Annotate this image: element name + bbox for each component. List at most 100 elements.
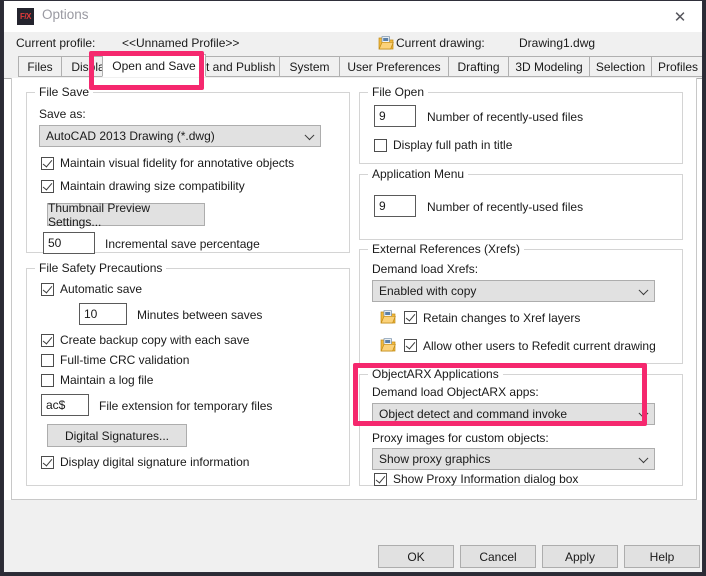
crc-validation-checkbox[interactable] bbox=[41, 353, 54, 367]
show-proxy-dialog-row[interactable]: Show Proxy Information dialog box bbox=[374, 472, 578, 486]
help-button[interactable]: Help bbox=[624, 545, 700, 568]
demand-load-objectarx-value: Object detect and command invoke bbox=[379, 407, 568, 421]
show-proxy-dialog-label: Show Proxy Information dialog box bbox=[393, 472, 579, 486]
proxy-images-combo[interactable]: Show proxy graphics bbox=[372, 448, 655, 470]
demand-load-xrefs-label: Demand load Xrefs: bbox=[372, 262, 479, 276]
save-as-combo-value: AutoCAD 2013 Drawing (*.dwg) bbox=[46, 129, 215, 143]
save-as-label: Save as: bbox=[39, 107, 86, 121]
maintain-visual-fidelity-checkbox[interactable] bbox=[41, 156, 54, 170]
minutes-between-saves-label: Minutes between saves bbox=[137, 308, 263, 322]
automatic-save-row[interactable]: Automatic save bbox=[41, 282, 142, 296]
demand-load-objectarx-label: Demand load ObjectARX apps: bbox=[372, 385, 539, 399]
cancel-button[interactable]: Cancel bbox=[460, 545, 536, 568]
proxy-images-label: Proxy images for custom objects: bbox=[372, 431, 549, 445]
incremental-save-label: Incremental save percentage bbox=[105, 237, 260, 251]
group-objectarx-applications: ObjectARX Applications Demand load Objec… bbox=[359, 367, 683, 486]
create-backup-checkbox[interactable] bbox=[41, 333, 54, 347]
demand-load-xrefs-combo[interactable]: Enabled with copy bbox=[372, 280, 655, 302]
automatic-save-checkbox[interactable] bbox=[41, 282, 54, 296]
proxy-images-value: Show proxy graphics bbox=[379, 452, 491, 466]
window-title: Options bbox=[42, 7, 89, 22]
demand-load-objectarx-combo[interactable]: Object detect and command invoke bbox=[372, 403, 655, 425]
group-file-safety-legend: File Safety Precautions bbox=[35, 261, 167, 275]
display-signature-info-checkbox[interactable] bbox=[41, 455, 54, 469]
current-drawing-label: Current drawing: bbox=[396, 36, 485, 50]
minutes-between-saves-input[interactable]: 10 bbox=[79, 303, 127, 325]
group-external-references: External References (Xrefs) Demand load … bbox=[359, 242, 683, 364]
maintain-drawing-size-row[interactable]: Maintain drawing size compatibility bbox=[41, 179, 245, 193]
group-file-save: File Save Save as: AutoCAD 2013 Drawing … bbox=[26, 85, 350, 254]
group-file-save-legend: File Save bbox=[35, 85, 94, 99]
allow-refedit-label: Allow other users to Refedit current dra… bbox=[423, 338, 656, 353]
crc-validation-row[interactable]: Full-time CRC validation bbox=[41, 353, 189, 367]
title-bar: F/X Options ✕ bbox=[4, 1, 702, 32]
display-full-path-row[interactable]: Display full path in title bbox=[374, 138, 512, 152]
maintain-visual-fidelity-row[interactable]: Maintain visual fidelity for annotative … bbox=[41, 156, 294, 170]
maintain-drawing-size-label: Maintain drawing size compatibility bbox=[60, 179, 245, 193]
chevron-down-icon bbox=[638, 453, 649, 464]
tab-3d-modeling[interactable]: 3D Modeling bbox=[508, 56, 590, 77]
create-backup-row[interactable]: Create backup copy with each save bbox=[41, 333, 249, 347]
retain-xref-layers-label: Retain changes to Xref layers bbox=[423, 310, 581, 325]
drawing-file-icon bbox=[378, 36, 394, 50]
maintain-drawing-size-checkbox[interactable] bbox=[41, 179, 54, 193]
xref-layer-icon bbox=[380, 310, 396, 325]
ok-button[interactable]: OK bbox=[378, 545, 454, 568]
chevron-down-icon bbox=[638, 285, 649, 296]
temp-file-extension-label: File extension for temporary files bbox=[99, 399, 273, 413]
tab-open-and-save[interactable]: Open and Save bbox=[102, 54, 206, 77]
tab-user-preferences[interactable]: User Preferences bbox=[339, 56, 449, 77]
profile-bar: Current profile: <<Unnamed Profile>> Cur… bbox=[4, 32, 702, 56]
group-application-menu: Application Menu 9 Number of recently-us… bbox=[359, 167, 683, 240]
demand-load-xrefs-value: Enabled with copy bbox=[379, 284, 477, 298]
group-application-menu-legend: Application Menu bbox=[368, 167, 469, 181]
automatic-save-label: Automatic save bbox=[60, 282, 143, 296]
group-file-safety-precautions: File Safety Precautions Automatic save 1… bbox=[26, 261, 350, 486]
app-menu-recent-label: Number of recently-used files bbox=[427, 200, 584, 214]
allow-refedit-row[interactable]: Allow other users to Refedit current dra… bbox=[380, 338, 656, 353]
show-proxy-dialog-checkbox[interactable] bbox=[374, 472, 387, 486]
incremental-save-input[interactable]: 50 bbox=[43, 232, 95, 254]
group-xrefs-legend: External References (Xrefs) bbox=[368, 242, 525, 256]
file-open-recent-input[interactable]: 9 bbox=[374, 105, 416, 127]
maintain-log-file-row[interactable]: Maintain a log file bbox=[41, 373, 153, 387]
tab-panel-open-and-save: File Save Save as: AutoCAD 2013 Drawing … bbox=[11, 78, 697, 500]
save-as-combo[interactable]: AutoCAD 2013 Drawing (*.dwg) bbox=[39, 125, 321, 147]
current-profile-value: <<Unnamed Profile>> bbox=[122, 36, 240, 50]
close-icon[interactable]: ✕ bbox=[658, 1, 702, 32]
dialog-footer: OK Cancel Apply Help bbox=[4, 500, 702, 572]
group-objectarx-legend: ObjectARX Applications bbox=[368, 367, 503, 381]
chevron-down-icon bbox=[304, 130, 315, 141]
apply-button[interactable]: Apply bbox=[542, 545, 618, 568]
tab-profiles[interactable]: Profiles bbox=[651, 56, 702, 77]
tab-files[interactable]: Files bbox=[18, 56, 62, 77]
allow-refedit-checkbox[interactable] bbox=[404, 339, 417, 352]
thumbnail-preview-settings-button[interactable]: Thumbnail Preview Settings... bbox=[47, 201, 205, 229]
maintain-visual-fidelity-label: Maintain visual fidelity for annotative … bbox=[60, 156, 295, 170]
app-menu-recent-input[interactable]: 9 bbox=[374, 195, 416, 217]
tab-selection[interactable]: Selection bbox=[589, 56, 652, 77]
display-signature-info-row[interactable]: Display digital signature information bbox=[41, 455, 249, 469]
digital-signatures-button[interactable]: Digital Signatures... bbox=[47, 424, 187, 447]
app-logo-icon: F/X bbox=[17, 8, 34, 25]
chevron-down-icon bbox=[638, 408, 649, 419]
retain-xref-layers-checkbox[interactable] bbox=[404, 311, 417, 324]
tab-strip: Files Display Open and Save Plot and Pub… bbox=[4, 54, 702, 79]
tab-drafting[interactable]: Drafting bbox=[448, 56, 509, 77]
display-signature-info-label: Display digital signature information bbox=[60, 455, 250, 469]
create-backup-label: Create backup copy with each save bbox=[60, 333, 250, 347]
tab-system[interactable]: System bbox=[279, 56, 340, 77]
group-file-open: File Open 9 Number of recently-used file… bbox=[359, 85, 683, 164]
maintain-log-file-label: Maintain a log file bbox=[60, 373, 154, 387]
retain-xref-layers-row[interactable]: Retain changes to Xref layers bbox=[380, 310, 580, 325]
display-full-path-checkbox[interactable] bbox=[374, 138, 387, 152]
temp-file-extension-input[interactable]: ac$ bbox=[41, 394, 89, 416]
xref-refedit-icon bbox=[380, 338, 396, 353]
options-dialog: F/X Options ✕ Current profile: <<Unnamed… bbox=[3, 0, 703, 573]
crc-validation-label: Full-time CRC validation bbox=[60, 353, 190, 367]
current-drawing-value: Drawing1.dwg bbox=[519, 36, 596, 50]
maintain-log-file-checkbox[interactable] bbox=[41, 373, 54, 387]
file-open-recent-label: Number of recently-used files bbox=[427, 110, 584, 124]
current-profile-label: Current profile: bbox=[16, 36, 96, 50]
display-full-path-label: Display full path in title bbox=[393, 138, 513, 152]
